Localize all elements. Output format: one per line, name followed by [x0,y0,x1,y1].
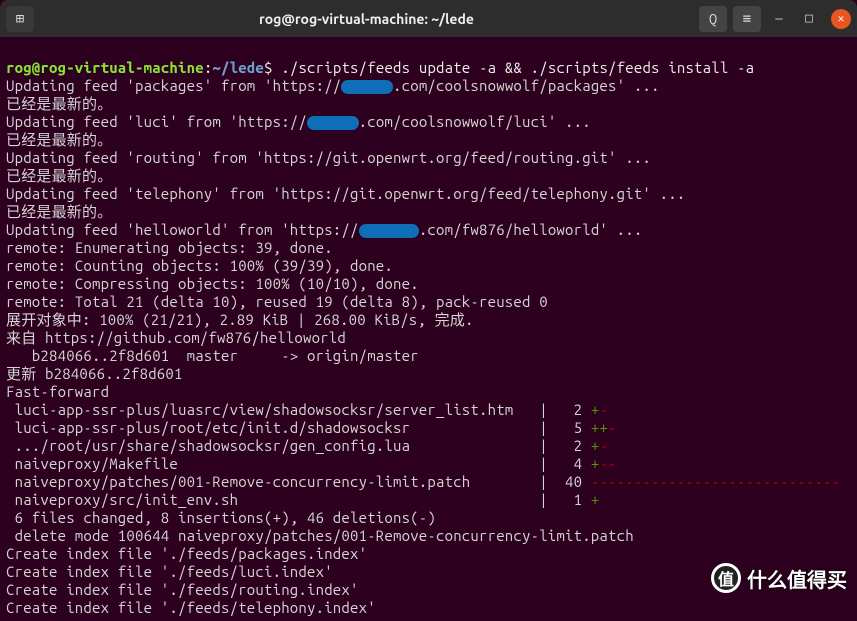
titlebar-right: Q ≡ — □ ✕ [699,6,851,32]
output-line: Updating feed 'packages' from 'https:// [6,77,341,94]
watermark-badge-icon: 值 [711,563,741,593]
output-line: remote: Counting objects: 100% (39/39), … [6,257,393,274]
redacted-text: XXXXXX [307,116,359,130]
output-line: Create index file './feeds/packages.inde… [6,545,367,562]
diff-minus: -- [599,455,616,472]
output-line: .com/coolsnowwolf/luci' ... [359,113,591,130]
titlebar-left: ⊞ [6,6,34,32]
prompt-dollar: $ [264,59,273,76]
diff-plus: + [591,491,600,508]
output-line: Updating feed 'helloworld' from 'https:/… [6,221,359,238]
minimize-icon: — [775,12,782,26]
close-button[interactable]: ✕ [831,9,851,29]
new-tab-button[interactable]: ⊞ [6,6,34,32]
output-line: 已经是最新的。 [6,131,112,148]
search-icon: Q [709,11,717,27]
minimize-button[interactable]: — [767,7,791,31]
output-line: 展开对象中: 100% (21/21), 2.89 KiB | 268.00 K… [6,311,474,328]
diff-line: .../root/usr/share/shadowsocksr/gen_conf… [6,437,591,454]
output-line: 已经是最新的。 [6,203,112,220]
prompt-user-host: rog@rog-virtual-machine [6,59,204,76]
new-tab-icon: ⊞ [16,10,24,27]
terminal-output[interactable]: rog@rog-virtual-machine:~/lede$ ./script… [0,37,857,621]
output-line: 更新 b284066..2f8d601 [6,365,183,382]
output-line: Fast-forward [6,383,109,400]
command-text: ./scripts/feeds update -a && ./scripts/f… [273,59,755,76]
output-line: Create index file './feeds/telephony.ind… [6,599,376,616]
search-button[interactable]: Q [699,6,727,32]
output-line: remote: Total 21 (delta 10), reused 19 (… [6,293,548,310]
diff-minus: - [599,437,608,454]
diff-line: naiveproxy/Makefile | 4 [6,455,591,472]
output-line: Updating feed 'routing' from 'https://gi… [6,149,651,166]
maximize-icon: □ [805,11,813,26]
output-line: Create index file './feeds/luci.index' [6,563,333,580]
diff-minus: - [608,419,617,436]
redacted-text: XXXXXX [341,80,393,94]
diff-line: luci-app-ssr-plus/luasrc/view/shadowsock… [6,401,591,418]
output-line: Updating feed 'luci' from 'https:// [6,113,307,130]
output-line: delete mode 100644 naiveproxy/patches/00… [6,527,634,544]
output-line: .com/coolsnowwolf/packages' ... [393,77,660,94]
diff-plus: ++ [591,419,608,436]
hamburger-icon: ≡ [743,10,751,27]
window-title: rog@rog-virtual-machine: ~/lede [34,11,699,27]
watermark: 值 什么值得买 [711,563,847,593]
output-line: remote: Enumerating objects: 39, done. [6,239,333,256]
menu-button[interactable]: ≡ [733,6,761,32]
diff-line: naiveproxy/src/init_env.sh | 1 [6,491,591,508]
diff-minus: ----------------------------- [591,473,840,490]
output-line: remote: Compressing objects: 100% (10/10… [6,275,419,292]
output-line: 来自 https://github.com/fw876/helloworld [6,329,346,346]
diff-line: luci-app-ssr-plus/root/etc/init.d/shadow… [6,419,591,436]
output-line: Updating feed 'telephony' from 'https://… [6,185,685,202]
output-line: Create index file './feeds/routing.index… [6,581,359,598]
redacted-text: XXXXXXX [359,224,419,238]
output-line: 已经是最新的。 [6,167,112,184]
watermark-text: 什么值得买 [747,564,847,593]
window-titlebar: ⊞ rog@rog-virtual-machine: ~/lede Q ≡ — … [0,0,857,37]
close-icon: ✕ [838,12,845,25]
output-line: 6 files changed, 8 insertions(+), 46 del… [6,509,436,526]
maximize-button[interactable]: □ [797,7,821,31]
diff-line: naiveproxy/patches/001-Remove-concurrenc… [6,473,591,490]
output-line: .com/fw876/helloworld' ... [419,221,643,238]
output-line: 已经是最新的。 [6,95,112,112]
output-line: b284066..2f8d601 master -> origin/master [6,347,419,364]
prompt-path: ~/lede [212,59,264,76]
diff-minus: - [599,401,608,418]
